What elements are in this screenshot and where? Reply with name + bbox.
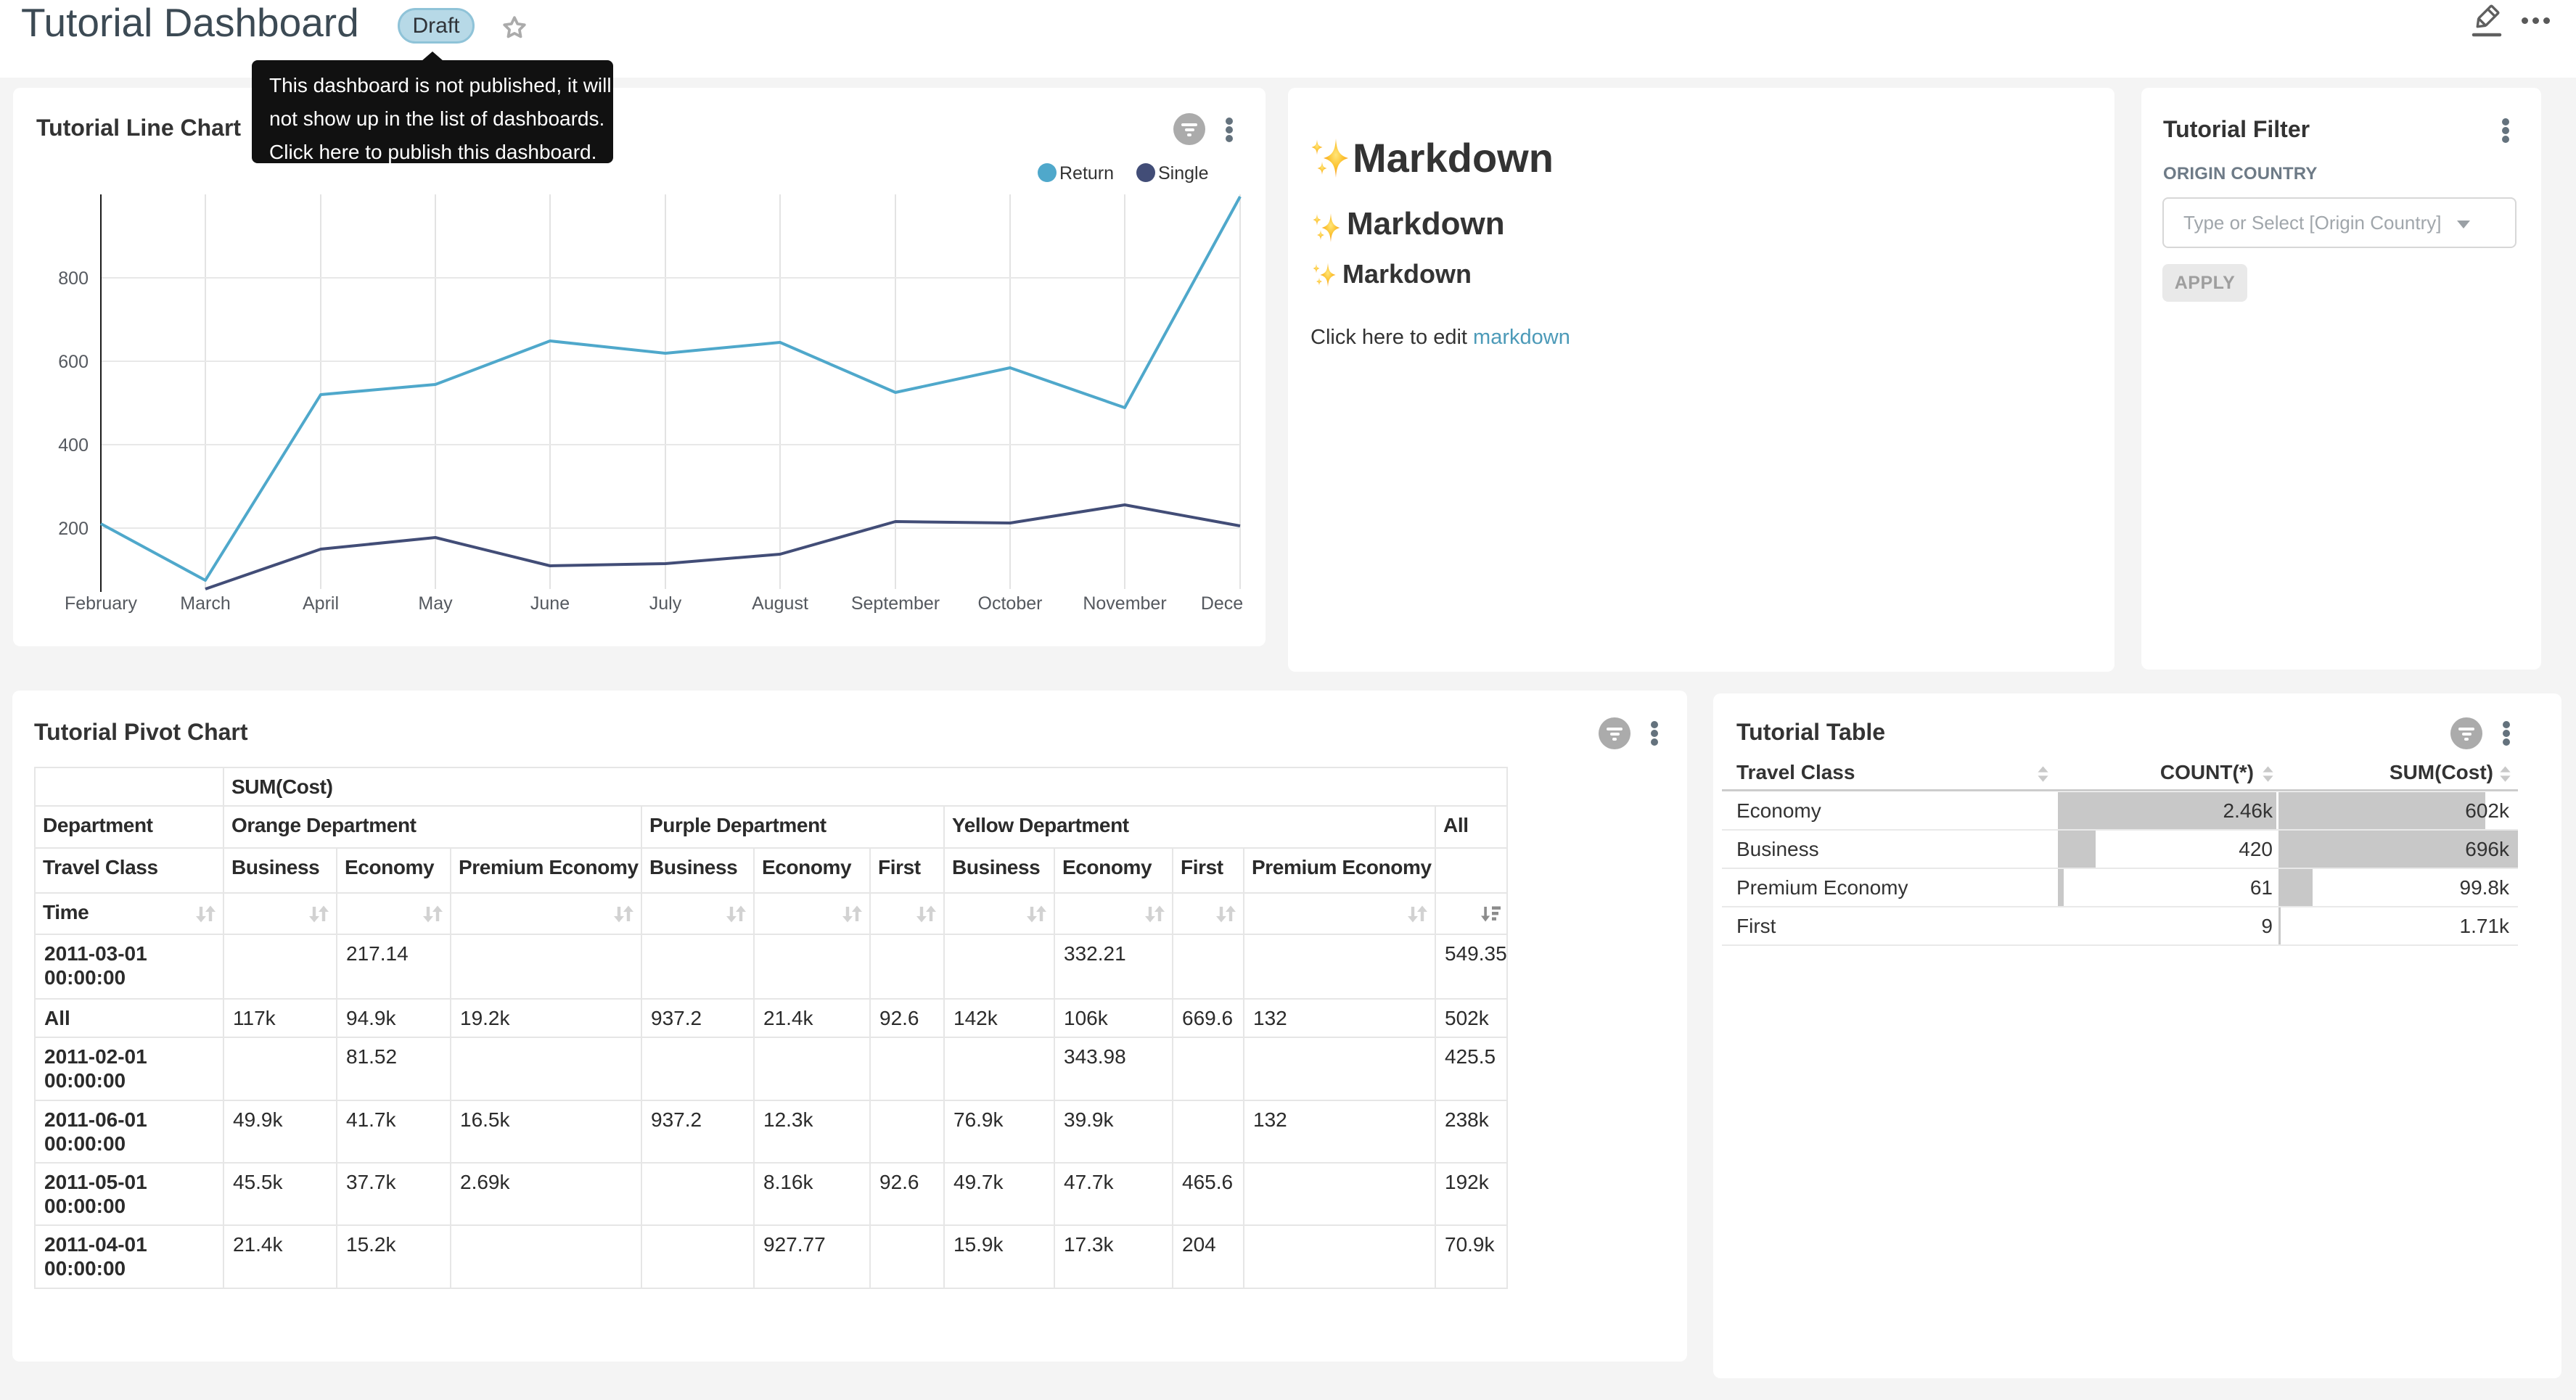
svg-text:April: April — [303, 593, 339, 614]
svg-text:November: November — [1083, 593, 1166, 614]
svg-text:July: July — [649, 593, 682, 614]
svg-text:400: 400 — [58, 435, 89, 456]
svg-text:August: August — [752, 593, 808, 614]
svg-text:February: February — [65, 593, 138, 614]
svg-text:June: June — [530, 593, 570, 614]
svg-text:200: 200 — [58, 519, 89, 539]
svg-text:800: 800 — [58, 268, 89, 289]
svg-text:Return: Return — [1059, 163, 1114, 184]
svg-text:October: October — [978, 593, 1043, 614]
svg-text:March: March — [180, 593, 230, 614]
svg-text:Single: Single — [1158, 163, 1209, 184]
svg-text:May: May — [418, 593, 453, 614]
svg-text:September: September — [851, 593, 940, 614]
svg-text:Dece: Dece — [1201, 593, 1243, 614]
svg-text:600: 600 — [58, 352, 89, 372]
